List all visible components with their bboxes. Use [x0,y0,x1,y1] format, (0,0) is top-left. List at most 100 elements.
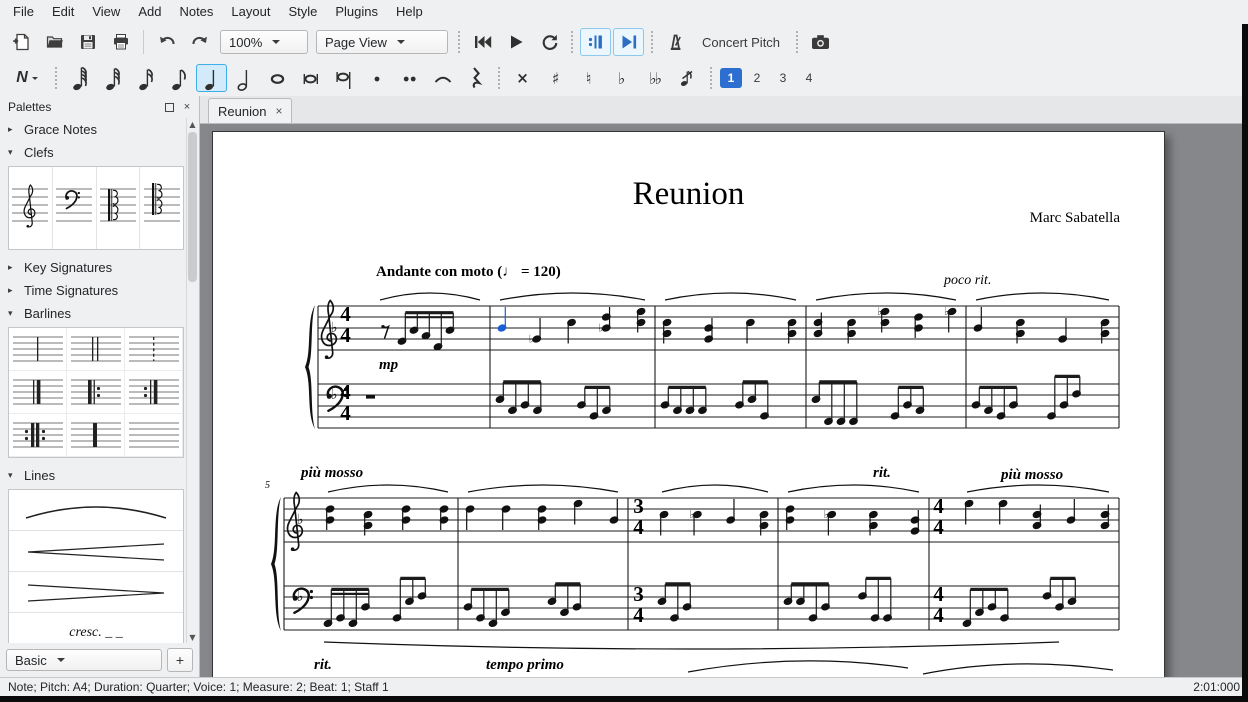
duration-breve-button[interactable] [295,64,326,92]
float-panel-icon[interactable] [162,100,176,114]
double-sharp-button[interactable]: × [507,64,538,92]
loop-playback-button[interactable] [533,28,564,56]
score-composer[interactable]: Marc Sabatella [1030,210,1120,227]
menu-view[interactable]: View [83,0,129,24]
menu-notes[interactable]: Notes [170,0,222,24]
metronome-toggle[interactable] [660,28,691,56]
clef-alto-cell[interactable] [97,167,141,249]
line-slur-cell[interactable] [9,490,183,531]
menu-edit[interactable]: Edit [43,0,83,24]
flip-direction-button[interactable] [672,64,703,92]
menu-help[interactable]: Help [387,0,432,24]
scroll-down-icon[interactable]: ▼ [187,631,198,643]
palette-section-clefs[interactable]: ▾ Clefs [0,141,186,164]
rit-text[interactable]: rit. [873,465,891,482]
barline-heavy-cell[interactable] [67,414,125,457]
poco-rit-text[interactable]: poco rit. [944,273,991,289]
time-signature-4-4-mid-treble[interactable]: 44 [930,496,947,538]
print-button[interactable] [105,28,136,56]
sharp-button[interactable]: ♯ [540,64,571,92]
palette-section-key-signatures[interactable]: ▸ Key Signatures [0,256,186,279]
line-crescendo-text-cell[interactable]: cresc. _ _ [9,613,183,643]
menu-add[interactable]: Add [129,0,170,24]
clef-tenor-cell[interactable] [140,167,183,249]
double-dot-button[interactable] [394,64,425,92]
augmentation-dot-button[interactable] [361,64,392,92]
duration-whole-button[interactable] [262,64,293,92]
note-input-mode-button[interactable]: N [6,64,48,92]
duration-16th-button[interactable] [130,64,161,92]
save-button[interactable] [72,28,103,56]
palette-section-lines[interactable]: ▾ Lines [0,464,186,487]
close-panel-icon[interactable]: × [180,100,194,114]
rewind-button[interactable] [467,28,498,56]
score-canvas[interactable]: Reunion Marc Sabatella Andante con moto … [200,124,1242,677]
pan-playback-toggle[interactable] [613,28,644,56]
mp-dynamic[interactable]: mp [379,357,398,374]
score-title[interactable]: Reunion [213,176,1164,213]
system-3-partial[interactable] [683,648,1123,677]
time-signature-4-4-bass[interactable]: 44 [337,382,354,424]
add-workspace-button[interactable]: + [167,648,193,672]
tempo-primo-text[interactable]: tempo primo [486,657,564,674]
natural-button[interactable]: ♮ [573,64,604,92]
undo-button[interactable] [151,28,182,56]
image-capture-button[interactable] [805,28,836,56]
time-signature-4-4-mid-bass[interactable]: 44 [930,584,947,626]
duration-half-button[interactable] [229,64,260,92]
workspace-select[interactable]: Basic [6,649,162,671]
time-signature-4-4-treble[interactable]: 44 [337,304,354,346]
new-score-button[interactable] [6,28,37,56]
flat-button[interactable]: ♭ [606,64,637,92]
zoom-select[interactable]: 100% [220,30,308,54]
duration-64th-button[interactable] [64,64,95,92]
duration-32nd-button[interactable] [97,64,128,92]
score-page[interactable]: Reunion Marc Sabatella Andante con moto … [212,131,1165,677]
redo-button[interactable] [184,28,215,56]
barline-start-repeat-cell[interactable] [67,371,125,414]
menu-layout[interactable]: Layout [222,0,279,24]
concert-pitch-button[interactable]: Concert Pitch [692,29,790,55]
duration-longa-button[interactable] [328,64,359,92]
palette-section-barlines[interactable]: ▾ Barlines [0,302,186,325]
voice-2-button[interactable]: 2 [746,68,768,88]
duration-eighth-button[interactable] [163,64,194,92]
time-signature-3-4-treble[interactable]: 34 [630,496,647,538]
barline-dashed-cell[interactable] [125,328,183,371]
voice-3-button[interactable]: 3 [772,68,794,88]
time-signature-3-4-bass[interactable]: 34 [630,584,647,626]
clef-bass-cell[interactable] [53,167,97,249]
line-decrescendo-cell[interactable] [9,572,183,613]
barline-end-repeat-cell[interactable] [125,371,183,414]
tab-reunion[interactable]: Reunion × [208,98,292,123]
system-2[interactable]: ♭♭♭♭ [268,484,1128,674]
system-1[interactable]: ♭♭♭♭♭♭ [298,292,1128,452]
palette-section-grace-notes[interactable]: ▸ Grace Notes [0,118,186,141]
barline-end-start-repeat-cell[interactable] [9,414,67,457]
rest-button[interactable] [460,64,491,92]
open-button[interactable] [39,28,70,56]
menu-plugins[interactable]: Plugins [326,0,387,24]
scrollbar-thumb[interactable] [188,132,197,282]
line-crescendo-cell[interactable] [9,531,183,572]
double-flat-button[interactable]: ♭♭ [639,64,670,92]
scroll-up-icon[interactable]: ▲ [187,118,198,130]
barline-normal-cell[interactable] [9,328,67,371]
tab-close-icon[interactable]: × [275,104,282,118]
barline-final-cell[interactable] [9,371,67,414]
palette-section-time-signatures[interactable]: ▸ Time Signatures [0,279,186,302]
tempo-text[interactable]: Andante con moto (♩ = 120) [376,264,561,281]
piu-mosso-text[interactable]: più mosso [301,465,363,482]
menu-file[interactable]: File [4,0,43,24]
play-repeats-toggle[interactable] [580,28,611,56]
voice-1-button[interactable]: 1 [720,68,742,88]
voice-4-button[interactable]: 4 [798,68,820,88]
duration-quarter-button[interactable] [196,64,227,92]
clef-treble-cell[interactable] [9,167,53,249]
piu-mosso-2-text[interactable]: più mosso [1001,467,1063,484]
play-button[interactable] [500,28,531,56]
barline-double-cell[interactable] [67,328,125,371]
view-mode-select[interactable]: Page View [316,30,448,54]
tie-button[interactable] [427,64,458,92]
rit-2-text[interactable]: rit. [314,657,332,674]
